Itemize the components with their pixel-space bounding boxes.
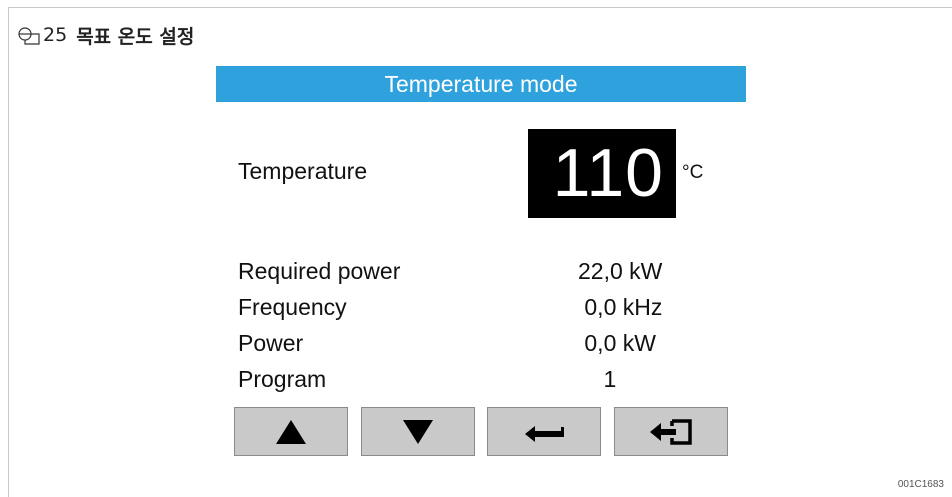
- screen-title: Temperature mode: [384, 70, 578, 97]
- button-bar: [234, 407, 728, 457]
- param-row-frequency: Frequency 0,0 kHz: [238, 294, 708, 330]
- enter-button[interactable]: [487, 407, 602, 456]
- temperature-label: Temperature: [238, 158, 368, 184]
- down-button[interactable]: [360, 407, 475, 456]
- param-label: Program: [238, 366, 327, 392]
- figure-caption: 25 목표 온도 설정: [17, 22, 194, 48]
- figure-reference-code: 001C1683: [897, 479, 944, 490]
- device-screen: Temperature mode Temperature 110 °C Requ…: [216, 66, 746, 468]
- param-label: Power: [238, 330, 304, 356]
- param-value: 22,0 kW: [578, 258, 663, 284]
- param-row-required-power: Required power 22,0 kW: [238, 258, 708, 294]
- param-value: 0,0 kW: [578, 330, 656, 356]
- param-label: Required power: [238, 258, 401, 284]
- figure-title: 목표 온도 설정: [76, 25, 195, 48]
- param-row-program: Program 1: [238, 366, 708, 402]
- temperature-unit: °C: [682, 162, 704, 183]
- figure-number: 25: [43, 24, 68, 46]
- param-label: Frequency: [238, 294, 347, 320]
- temperature-value-display[interactable]: 110: [528, 129, 676, 218]
- triangle-down-icon: [402, 419, 433, 444]
- param-value: 0,0 kHz: [578, 294, 663, 320]
- screen-title-bar: Temperature mode: [216, 66, 746, 102]
- figure-icon: [17, 24, 41, 46]
- up-button[interactable]: [234, 407, 348, 456]
- exit-arrow-icon: [649, 418, 692, 445]
- param-value: 1: [578, 366, 617, 392]
- exit-button[interactable]: [613, 407, 728, 456]
- enter-arrow-icon: [525, 425, 565, 442]
- triangle-up-icon: [276, 419, 306, 444]
- param-row-power: Power 0,0 kW: [238, 330, 708, 366]
- parameter-list: Required power 22,0 kW Frequency 0,0 kHz…: [238, 258, 708, 402]
